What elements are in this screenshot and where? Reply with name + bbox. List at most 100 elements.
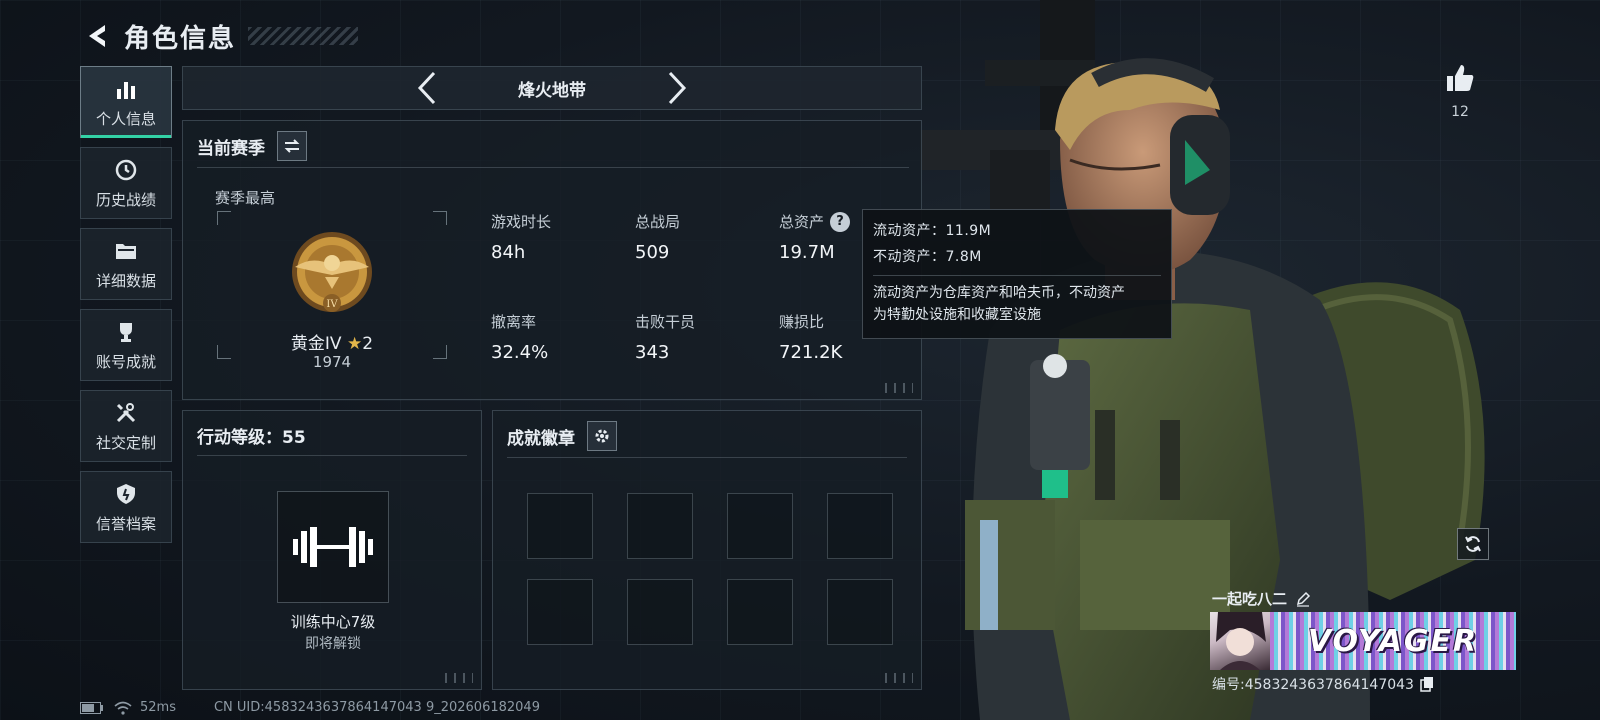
badge-slot[interactable]: [627, 579, 693, 645]
level-divider: [197, 455, 467, 456]
season-divider: [197, 167, 909, 168]
sidebar: 个人信息 历史战绩 详细数据 账号成就 社交定制 信誉档案: [80, 66, 172, 552]
rank-name-line: 黄金IV ★2: [217, 329, 447, 354]
badges-settings-button[interactable]: [587, 421, 617, 451]
level-header: 行动等级：55: [197, 423, 306, 448]
panel-corner-decoration: [885, 673, 913, 683]
page-title: 角色信息: [124, 23, 237, 54]
uid-text: CN UID:4583243637864147043 9_20260618204…: [213, 700, 540, 715]
mode-prev-button[interactable]: [407, 68, 447, 108]
panel-corner-decoration: [445, 673, 473, 683]
sidebar-item-achievements[interactable]: 账号成就: [80, 309, 172, 381]
sidebar-item-detailed-data[interactable]: 详细数据: [80, 228, 172, 300]
training-center-status: 即将解锁: [305, 636, 361, 652]
season-best-label: 赛季最高: [215, 189, 276, 207]
copy-icon: [1420, 677, 1433, 692]
sidebar-item-label: 个人信息: [95, 109, 156, 128]
season-header: 当前赛季: [197, 131, 307, 161]
stat-play-time: 游戏时长 84h: [491, 213, 552, 263]
wifi-icon: [114, 701, 132, 715]
pencil-icon: [1296, 591, 1311, 607]
badges-panel: 成就徽章: [492, 410, 922, 690]
sidebar-item-history[interactable]: 历史战绩: [80, 147, 172, 219]
rotate-view-button[interactable]: [1457, 528, 1489, 560]
sidebar-item-label: 详细数据: [95, 271, 156, 290]
badges-title: 成就徽章: [507, 428, 575, 449]
season-title: 当前赛季: [197, 138, 265, 159]
gear-icon: [595, 429, 609, 443]
badge-slot[interactable]: [827, 579, 893, 645]
status-bar: 52ms CN UID:4583243637864147043 9_202606…: [80, 700, 540, 715]
dumbbell-icon: [293, 527, 373, 567]
player-name-row: 一起吃八二: [1212, 588, 1311, 609]
badges-header: 成就徽章: [507, 421, 617, 451]
sidebar-item-label: 信誉档案: [95, 514, 156, 533]
chevron-left-icon: [417, 71, 436, 105]
folder-icon: [113, 238, 139, 264]
back-arrow-icon: [89, 25, 105, 47]
tooltip-desc-line-1: 流动资产为仓库资产和哈夫币，不动资产: [873, 285, 1125, 301]
badge-slot[interactable]: [527, 579, 593, 645]
badge-slot[interactable]: [527, 493, 593, 559]
stat-profit-ratio: 赚损比 721.2K: [779, 313, 843, 363]
trophy-icon: [113, 319, 139, 345]
stat-total-matches: 总战局 509: [635, 213, 681, 263]
battery-icon: [80, 701, 103, 714]
player-card[interactable]: VOYAGER: [1210, 612, 1516, 670]
player-id: 编号:4583243637864147043: [1212, 677, 1414, 693]
level-title: 行动等级：55: [197, 428, 306, 448]
tools-icon: [113, 400, 139, 426]
tooltip-divider: [873, 275, 1161, 276]
shield-icon: [113, 481, 139, 507]
ping-value: 52ms: [140, 700, 176, 715]
mode-selector: 烽火地带: [182, 66, 922, 110]
tooltip-liquid-assets: 流动资产：11.9M: [873, 223, 992, 239]
help-icon[interactable]: ?: [830, 211, 851, 232]
back-button[interactable]: [80, 19, 114, 53]
refresh-icon: [1465, 536, 1481, 552]
player-id-row: 编号:4583243637864147043: [1212, 674, 1434, 694]
training-center-card[interactable]: [277, 491, 389, 603]
action-level-panel: 行动等级：55 训练中心7级 即将解锁: [182, 410, 482, 690]
player-name: 一起吃八二: [1212, 590, 1288, 608]
stat-total-assets: 总资产 ? 19.7M: [779, 211, 851, 263]
stat-operators-defeated: 击败干员 343: [635, 313, 696, 363]
rank-score: 1974: [312, 353, 352, 371]
sidebar-item-label: 账号成就: [95, 352, 156, 371]
like-widget[interactable]: 12: [1440, 62, 1480, 120]
rank-name: 黄金IV: [290, 334, 342, 354]
title-decoration: [248, 27, 359, 45]
season-switch-button[interactable]: [277, 131, 307, 161]
badge-slot[interactable]: [627, 493, 693, 559]
swap-icon: [284, 139, 300, 153]
rank-stars: 2: [362, 334, 374, 354]
rank-numeral: IV: [326, 299, 338, 310]
name-card-banner: VOYAGER: [1270, 612, 1516, 670]
rank-emblem-icon: IV: [292, 232, 372, 312]
assets-tooltip: 流动资产：11.9M 不动资产：7.8M 流动资产为仓库资产和哈夫币，不动资产 …: [862, 209, 1172, 339]
rank-display: IV 黄金IV ★2 1974: [217, 211, 447, 371]
sidebar-item-label: 历史战绩: [95, 190, 156, 209]
copy-id-button[interactable]: [1420, 676, 1434, 692]
page-header: 角色信息: [80, 16, 359, 56]
sidebar-item-reputation[interactable]: 信誉档案: [80, 471, 172, 543]
stat-extraction-rate: 撤离率 32.4%: [491, 313, 549, 363]
bar-chart-icon: [113, 76, 139, 102]
edit-name-button[interactable]: [1295, 591, 1311, 607]
avatar: [1210, 612, 1270, 670]
badge-slot[interactable]: [727, 493, 793, 559]
chevron-right-icon: [668, 71, 687, 105]
season-panel: 当前赛季 赛季最高 IV 黄金IV ★2 1974 游戏时长 84h 总战局 5…: [182, 120, 922, 400]
sidebar-item-social-custom[interactable]: 社交定制: [80, 390, 172, 462]
badge-slot[interactable]: [727, 579, 793, 645]
banner-text: VOYAGER: [1307, 623, 1479, 659]
thumbs-up-icon: [1447, 65, 1474, 91]
badge-slot[interactable]: [827, 493, 893, 559]
clock-icon: [113, 157, 139, 183]
training-center-name: 训练中心7级: [290, 613, 376, 631]
sidebar-item-personal-info[interactable]: 个人信息: [80, 66, 172, 138]
mode-next-button[interactable]: [657, 68, 697, 108]
tooltip-fixed-assets: 不动资产：7.8M: [873, 249, 982, 265]
badges-divider: [507, 457, 907, 458]
like-count: 12: [1451, 104, 1469, 120]
